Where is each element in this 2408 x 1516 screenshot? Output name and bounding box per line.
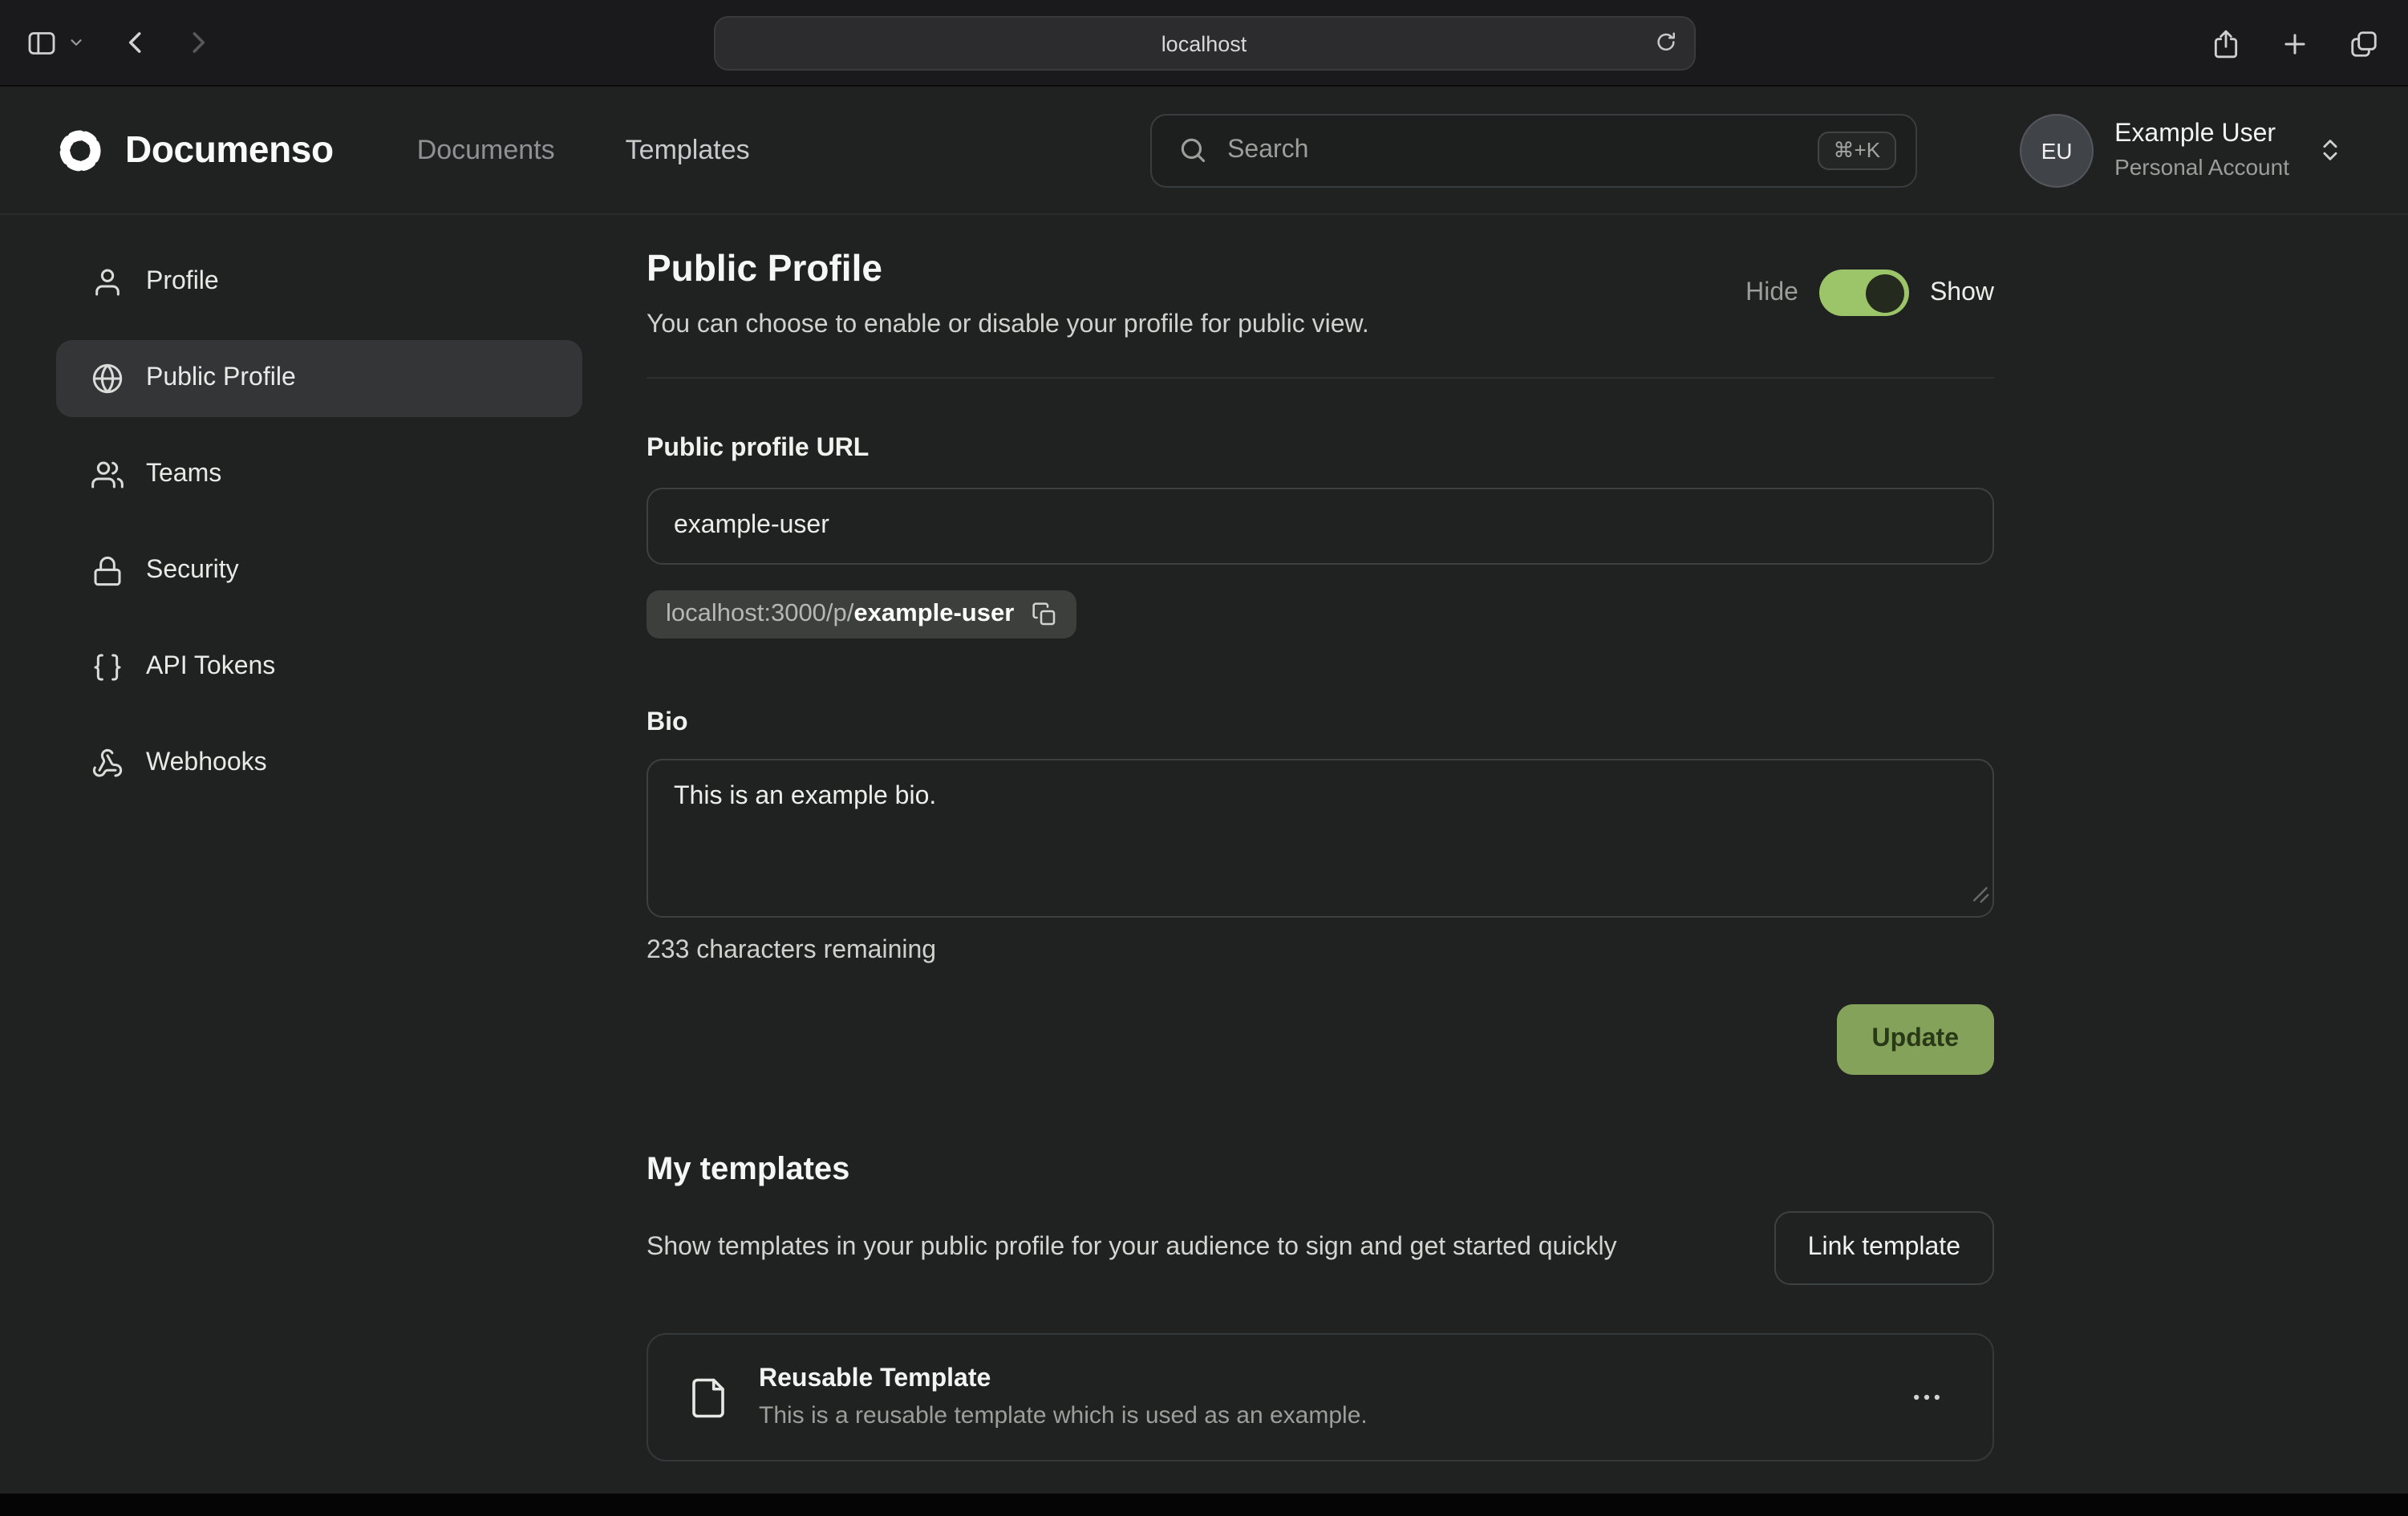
sidebar-item-label: Security xyxy=(146,557,239,586)
sidebar-item-profile[interactable]: Profile xyxy=(56,244,582,321)
reload-icon[interactable] xyxy=(1653,30,1677,55)
browser-window: localhost Documenso Documents xyxy=(0,0,2408,1516)
webhook-icon xyxy=(91,748,124,780)
visibility-control: Hide Show xyxy=(1745,270,1994,316)
search-icon xyxy=(1178,135,1208,165)
account-menu[interactable]: EU Example User Personal Account xyxy=(2020,113,2344,187)
lock-icon xyxy=(91,555,124,587)
app-header: Documenso Documents Templates ⌘+K EU Exa… xyxy=(0,87,2408,215)
chevrons-up-down-icon xyxy=(2317,136,2344,164)
profile-url-preview-text: localhost:3000/p/example-user xyxy=(666,600,1014,629)
resize-handle-icon[interactable] xyxy=(1970,882,1989,911)
sidebar-item-api-tokens[interactable]: API Tokens xyxy=(56,629,582,706)
profile-url-label: Public profile URL xyxy=(647,435,1994,464)
template-description: This is a reusable template which is use… xyxy=(759,1402,1871,1429)
search-bar[interactable]: ⌘+K xyxy=(1150,113,1917,187)
sidebar-item-label: API Tokens xyxy=(146,653,275,682)
profile-url-preview[interactable]: localhost:3000/p/example-user xyxy=(647,590,1076,638)
window-bottom-edge xyxy=(0,1494,2408,1516)
bio-label: Bio xyxy=(647,709,1994,738)
forward-icon[interactable] xyxy=(183,27,213,58)
search-shortcut-badge: ⌘+K xyxy=(1818,131,1897,169)
browser-toolbar: localhost xyxy=(0,0,2408,87)
copy-icon[interactable] xyxy=(1032,602,1057,627)
chevron-down-icon[interactable] xyxy=(67,34,85,51)
account-name: Example User xyxy=(2114,119,2289,152)
section-divider xyxy=(647,377,1994,379)
settings-sidebar: Profile Public Profile Teams Security xyxy=(56,244,582,802)
url-prefix: localhost:3000/p/ xyxy=(666,600,853,627)
bio-textarea-wrap xyxy=(647,759,1994,918)
brand[interactable]: Documenso xyxy=(55,124,334,176)
nav-templates[interactable]: Templates xyxy=(626,134,750,166)
sidebar-item-label: Teams xyxy=(146,460,221,489)
profile-url-input[interactable] xyxy=(647,488,1994,565)
link-template-button[interactable]: Link template xyxy=(1774,1211,1994,1285)
my-templates-header: Show templates in your public profile fo… xyxy=(647,1211,1994,1285)
template-menu-button[interactable] xyxy=(1899,1370,1954,1425)
braces-icon xyxy=(91,651,124,683)
browser-window-controls xyxy=(2211,0,2379,87)
update-row: Update xyxy=(647,1004,1994,1075)
template-card: Reusable Template This is a reusable tem… xyxy=(647,1333,1994,1461)
address-bar[interactable]: localhost xyxy=(713,16,1695,71)
sidebar-toggle-icon[interactable] xyxy=(26,26,58,59)
search-input[interactable] xyxy=(1227,136,1798,164)
top-nav: Documents Templates xyxy=(417,134,750,166)
title-row: Public Profile You can choose to enable … xyxy=(647,247,1994,340)
user-icon xyxy=(91,266,124,298)
sidebar-item-label: Webhooks xyxy=(146,749,267,778)
address-url: localhost xyxy=(1161,31,1247,55)
template-name: Reusable Template xyxy=(759,1365,1871,1394)
my-templates-description: Show templates in your public profile fo… xyxy=(647,1227,1617,1270)
toggle-knob xyxy=(1866,274,1904,312)
new-tab-icon[interactable] xyxy=(2280,28,2310,59)
tab-overview-icon[interactable] xyxy=(2349,28,2379,59)
profile-visibility-toggle[interactable] xyxy=(1819,270,1909,316)
globe-icon xyxy=(91,363,124,395)
sidebar-item-teams[interactable]: Teams xyxy=(56,436,582,513)
sidebar-item-webhooks[interactable]: Webhooks xyxy=(56,725,582,802)
account-type: Personal Account xyxy=(2114,152,2289,181)
account-text: Example User Personal Account xyxy=(2114,119,2289,181)
sidebar-item-public-profile[interactable]: Public Profile xyxy=(56,340,582,417)
sidebar-item-label: Profile xyxy=(146,268,219,297)
url-slug: example-user xyxy=(853,600,1014,627)
share-icon[interactable] xyxy=(2211,28,2241,59)
nav-documents[interactable]: Documents xyxy=(417,134,555,166)
documenso-logo-icon xyxy=(55,124,106,176)
avatar: EU xyxy=(2020,113,2094,187)
template-info: Reusable Template This is a reusable tem… xyxy=(759,1365,1871,1429)
hide-label: Hide xyxy=(1745,278,1798,307)
show-label: Show xyxy=(1930,278,1994,307)
brand-name: Documenso xyxy=(125,128,334,172)
app-body: Profile Public Profile Teams Security xyxy=(0,215,2408,1494)
update-button[interactable]: Update xyxy=(1837,1004,1994,1075)
sidebar-item-label: Public Profile xyxy=(146,364,296,393)
bio-textarea[interactable] xyxy=(647,759,1994,918)
ellipsis-icon xyxy=(1909,1380,1944,1415)
page-subtitle: You can choose to enable or disable your… xyxy=(647,311,1369,340)
browser-nav-controls xyxy=(0,26,213,59)
sidebar-item-security[interactable]: Security xyxy=(56,533,582,610)
public-profile-settings: Public Profile You can choose to enable … xyxy=(647,247,1994,1494)
my-templates-title: My templates xyxy=(647,1152,1994,1189)
characters-remaining: 233 characters remaining xyxy=(647,937,1994,966)
page-title: Public Profile xyxy=(647,247,1369,290)
back-icon[interactable] xyxy=(120,27,151,58)
users-icon xyxy=(91,459,124,491)
file-icon xyxy=(687,1376,730,1419)
title-block: Public Profile You can choose to enable … xyxy=(647,247,1369,340)
